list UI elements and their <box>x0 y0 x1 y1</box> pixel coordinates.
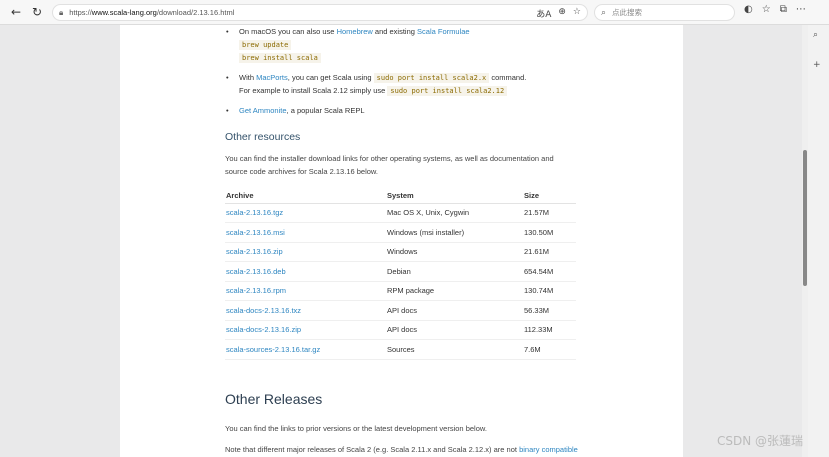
compatibility-note: Note that different major releases of Sc… <box>225 444 585 457</box>
bullet-text: command. <box>489 73 527 82</box>
other-resources-heading: Other resources <box>225 131 301 143</box>
address-bar[interactable]: 🔒︎ https://www.scala-lang.org/download/2… <box>52 4 588 21</box>
table-row: scala-sources-2.13.16.tar.gz Sources 7.6… <box>225 339 576 360</box>
scrollbar-thumb[interactable] <box>803 150 807 286</box>
sidebar-search-icon[interactable]: ⌕ <box>813 30 818 40</box>
paragraph-line: source code archives for Scala 2.13.16 b… <box>225 166 379 176</box>
scala-formulae-link[interactable]: Scala Formulae <box>417 27 470 36</box>
code-line: brew update <box>239 38 292 52</box>
reload-icon[interactable]: ↻ <box>29 4 45 20</box>
list-item: • Get Ammonite, a popular Scala REPL <box>226 104 365 117</box>
system-cell: Mac OS X, Unix, Cygwin <box>386 203 523 223</box>
system-cell: Sources <box>386 339 523 360</box>
archive-download-link[interactable]: scala-2.13.16.tgz <box>226 208 283 217</box>
column-header-system: System <box>386 189 523 204</box>
size-cell: 130.50M <box>523 222 576 243</box>
bullet-text: , you can get Scala using <box>287 73 374 82</box>
homebrew-link[interactable]: Homebrew <box>337 27 373 36</box>
favorites-icon[interactable]: ☆ <box>762 4 771 15</box>
code-snippet: brew update <box>239 40 292 50</box>
system-cell: RPM package <box>386 281 523 301</box>
search-input[interactable]: ⌕ 点此搜索 <box>594 4 735 21</box>
system-cell: API docs <box>386 300 523 321</box>
archive-download-link[interactable]: scala-2.13.16.deb <box>226 267 286 276</box>
other-releases-heading: Other Releases <box>225 391 323 407</box>
archive-download-link[interactable]: scala-sources-2.13.16.tar.gz <box>226 345 320 354</box>
search-placeholder: 点此搜索 <box>612 8 643 17</box>
lock-icon: 🔒︎ <box>59 7 64 17</box>
bullet-text: , a popular Scala REPL <box>286 106 365 115</box>
table-row: scala-docs-2.13.16.txz API docs 56.33M <box>225 300 576 321</box>
table-row: scala-docs-2.13.16.zip API docs 112.33M <box>225 320 576 340</box>
more-menu-icon[interactable]: ⋯ <box>796 4 806 15</box>
bullet-dot: • <box>226 106 229 115</box>
browser-essentials-icon[interactable]: ◐ <box>744 4 753 15</box>
browser-sidebar <box>808 25 829 457</box>
list-item-continuation: For example to install Scala 2.12 simply… <box>239 84 508 98</box>
size-cell: 130.74M <box>523 281 576 301</box>
bullet-text: With <box>239 73 257 82</box>
table-row: scala-2.13.16.zip Windows 21.61M <box>225 242 576 262</box>
collections-icon[interactable]: ⧉ <box>780 4 787 15</box>
search-icon: ⌕ <box>601 7 607 18</box>
note-text: Note that different major releases of Sc… <box>225 445 520 454</box>
size-cell: 21.61M <box>523 242 576 262</box>
translate-icon[interactable]: あA <box>536 7 551 20</box>
code-snippet: brew install scala <box>239 53 321 63</box>
back-icon[interactable]: ← <box>8 4 24 20</box>
paragraph-line: You can find the installer download link… <box>225 154 554 163</box>
page-content: • On macOS you can also use Homebrew and… <box>120 25 683 457</box>
watermark: CSDN @张蓮瑞 <box>717 434 804 448</box>
archive-download-link[interactable]: scala-docs-2.13.16.zip <box>226 325 301 334</box>
list-item: • With MacPorts, you can get Scala using… <box>226 71 527 85</box>
archive-download-link[interactable]: scala-2.13.16.zip <box>226 247 283 256</box>
system-cell: API docs <box>386 320 523 340</box>
list-item: • On macOS you can also use Homebrew and… <box>226 25 470 38</box>
archive-download-link[interactable]: scala-2.13.16.rpm <box>226 286 286 295</box>
code-snippet: sudo port install scala2.12 <box>387 86 508 96</box>
binary-compatible-link[interactable]: binary compatible <box>519 445 578 454</box>
size-cell: 21.57M <box>523 203 576 223</box>
table-row: scala-2.13.16.msi Windows (msi installer… <box>225 222 576 243</box>
get-ammonite-link[interactable]: Get Ammonite <box>239 106 287 115</box>
table-row: scala-2.13.16.tgz Mac OS X, Unix, Cygwin… <box>225 203 576 223</box>
column-header-size: Size <box>523 189 576 204</box>
bullet-dot: • <box>226 27 229 36</box>
system-cell: Windows (msi installer) <box>386 222 523 243</box>
favorite-star-icon[interactable]: ☆ <box>573 7 581 20</box>
code-snippet: sudo port install scala2.x <box>373 73 490 83</box>
other-releases-text: You can find the links to prior versions… <box>225 424 487 433</box>
table-row: scala-2.13.16.rpm RPM package 130.74M <box>225 281 576 301</box>
archive-table: Archive System Size scala-2.13.16.tgz Ma… <box>225 189 576 360</box>
macports-link[interactable]: MacPorts <box>256 73 288 82</box>
archive-download-link[interactable]: scala-docs-2.13.16.txz <box>226 306 301 315</box>
system-cell: Windows <box>386 242 523 262</box>
table-row: scala-2.13.16.deb Debian 654.54M <box>225 261 576 282</box>
size-cell: 654.54M <box>523 261 576 282</box>
archive-download-link[interactable]: scala-2.13.16.msi <box>226 228 285 237</box>
system-cell: Debian <box>386 261 523 282</box>
bullet-text: and existing <box>372 27 418 36</box>
bullet-text: For example to install Scala 2.12 simply… <box>239 86 388 95</box>
url-text: https://www.scala-lang.org/download/2.13… <box>69 8 235 17</box>
sidebar-add-icon[interactable]: + <box>813 60 821 70</box>
size-cell: 56.33M <box>523 300 576 321</box>
size-cell: 7.6M <box>523 339 576 360</box>
size-cell: 112.33M <box>523 320 576 340</box>
column-header-archive: Archive <box>225 189 386 204</box>
table-header-row: Archive System Size <box>225 189 576 204</box>
bullet-dot: • <box>226 73 229 82</box>
extension-icon[interactable]: ⊕ <box>558 7 566 20</box>
other-resources-text: You can find the installer download link… <box>225 153 575 178</box>
code-line: brew install scala <box>239 51 321 65</box>
browser-toolbar: ← ↻ 🔒︎ https://www.scala-lang.org/downlo… <box>0 0 829 25</box>
bullet-text: On macOS you can also use <box>239 27 337 36</box>
